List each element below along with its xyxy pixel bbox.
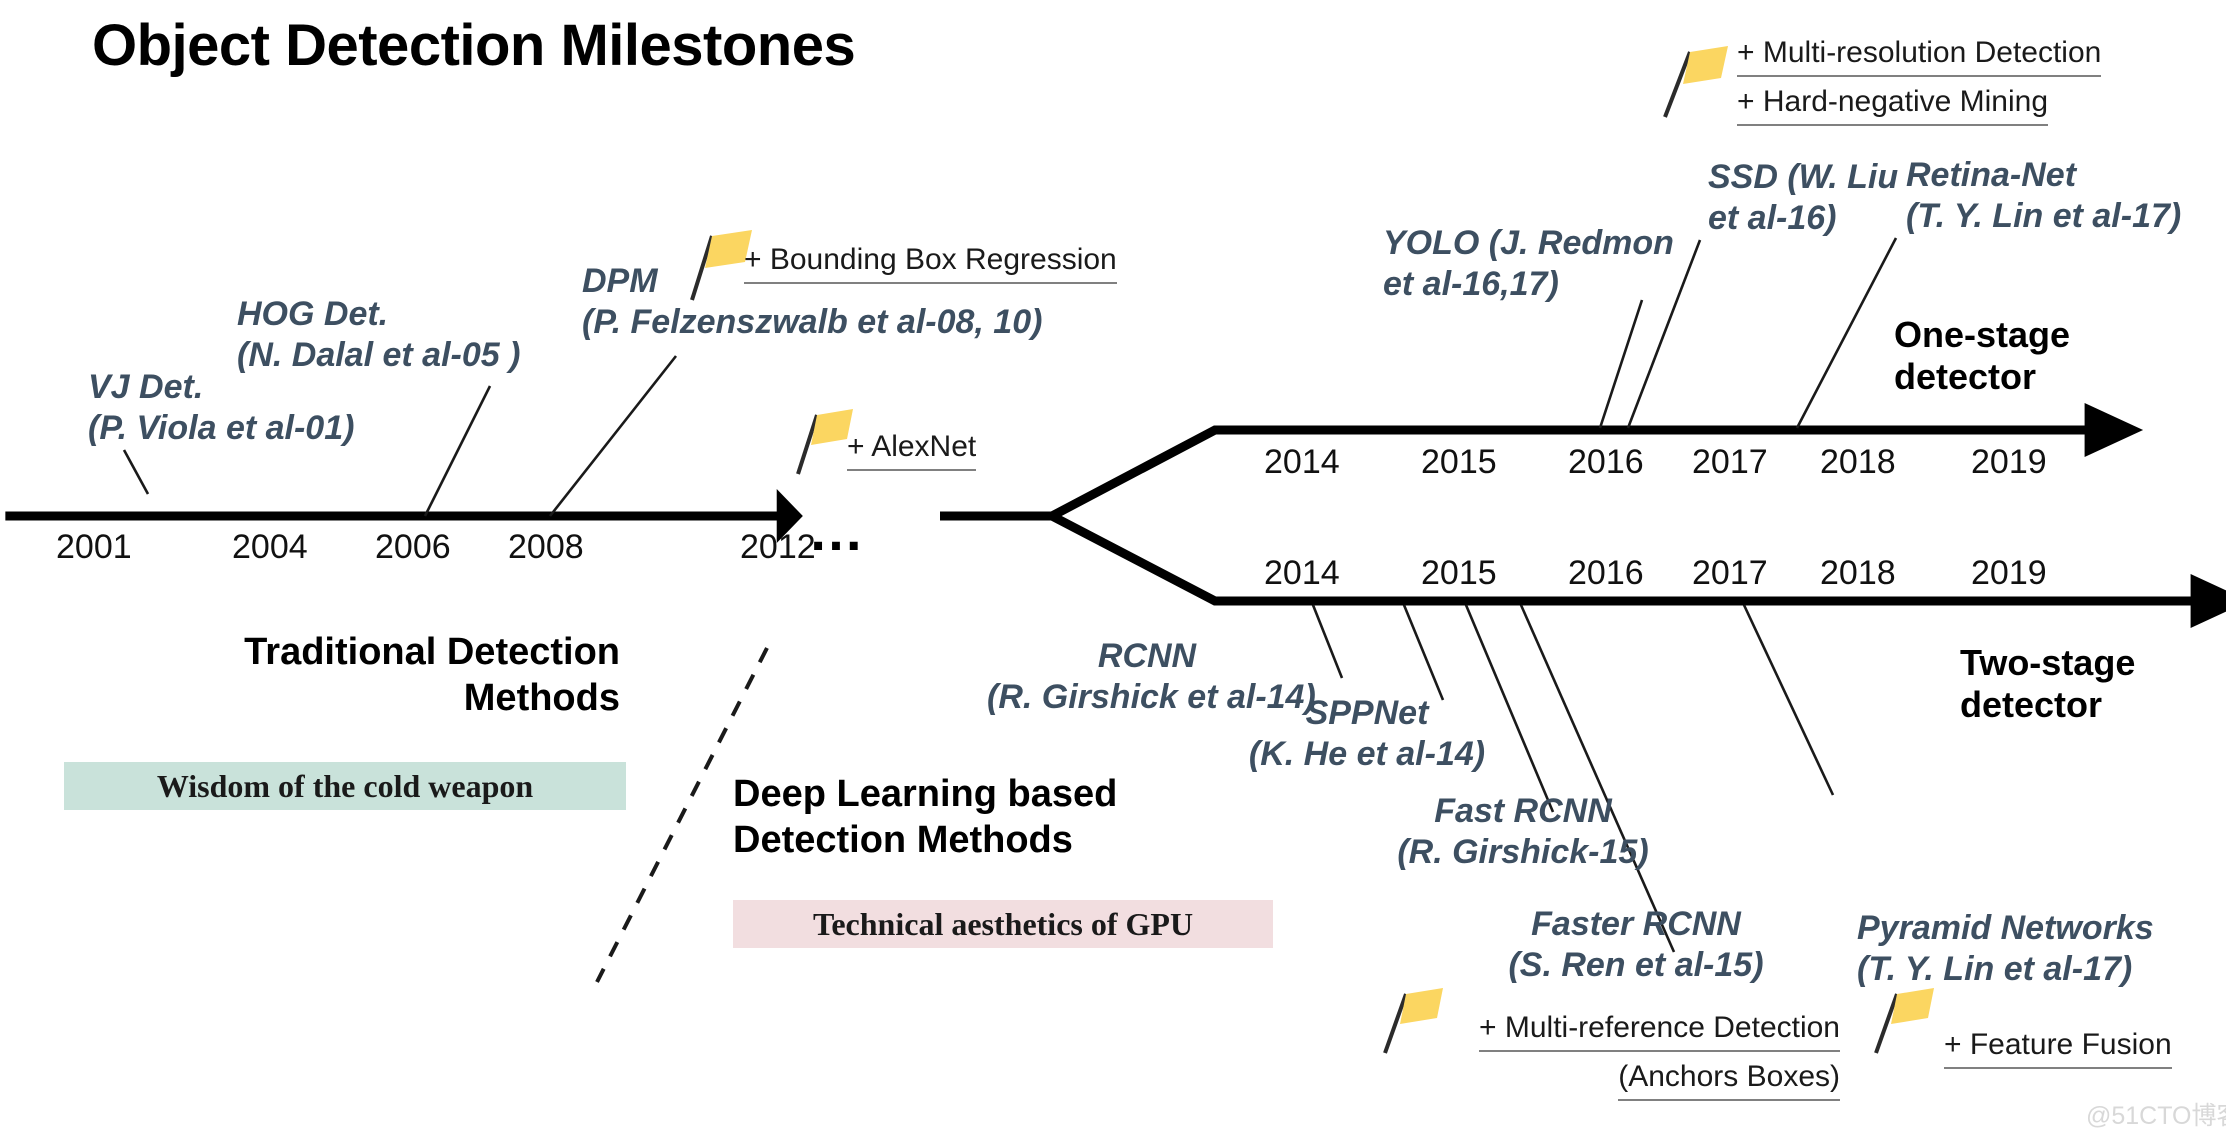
year-2012: 2012 — [740, 528, 816, 566]
leader-fasterrcnn — [1519, 604, 1676, 953]
method-fast-rcnn-name: Fast RCNN — [1434, 792, 1612, 830]
method-pyramid-ref: (T. Y. Lin et al-17) — [1857, 949, 2133, 988]
method-retinanet-name: Retina-Net — [1906, 156, 2077, 194]
two-stage-year-2015: 2015 — [1421, 554, 1497, 592]
one-stage-year-2017: 2017 — [1692, 443, 1768, 481]
two-stage-year-2014: 2014 — [1264, 554, 1340, 592]
two-stage-year-2018: 2018 — [1820, 554, 1896, 592]
highlight-wisdom-of-the-cold-weapon: Wisdom of the cold weapon — [64, 762, 626, 810]
highlight-technical-aesthetics-of-gpu: Technical aesthetics of GPU — [733, 900, 1273, 948]
method-sppnet-name: SPPNet — [1305, 694, 1429, 732]
method-vj: VJ Det. (P. Viola et al-01) — [88, 367, 354, 449]
one-stage-year-2016: 2016 — [1568, 443, 1644, 481]
flag-cloth-multires — [1683, 46, 1728, 84]
annotation-fusion-line1: + Feature Fusion — [1944, 1025, 2172, 1069]
method-fast-rcnn: Fast RCNN (R. Girshick-15) — [1393, 791, 1653, 873]
method-fast-rcnn-ref: (R. Girshick-15) — [1397, 832, 1649, 871]
method-vj-ref: (P. Viola et al-01) — [88, 408, 355, 447]
two-stage-year-2016: 2016 — [1568, 554, 1644, 592]
method-dpm-ref: (P. Felzenszwalb et al-08, 10) — [582, 302, 1043, 341]
leader-dpm — [548, 355, 678, 517]
leader-rcnn — [1311, 604, 1344, 679]
year-2008: 2008 — [508, 528, 584, 566]
page-title: Object Detection Milestones — [92, 13, 856, 78]
annotation-one-stage-techniques: + Multi-resolution Detection + Hard-nega… — [1737, 33, 2102, 126]
timeline-ellipsis: … — [808, 499, 870, 562]
section-dl-line1: Deep Learning based — [733, 773, 1118, 815]
one-stage-line1: One-stage — [1894, 314, 2071, 355]
method-yolo: YOLO (J. Redmon et al-16,17) — [1383, 223, 1674, 305]
year-2004: 2004 — [232, 528, 308, 566]
method-sppnet-ref: (K. He et al-14) — [1248, 734, 1486, 773]
section-traditional-detection-methods: Traditional Detection Methods — [140, 630, 620, 721]
one-stage-year-2014: 2014 — [1264, 443, 1340, 481]
annotation-alexnet: + AlexNet — [847, 427, 977, 471]
two-stage-year-2017: 2017 — [1692, 554, 1768, 592]
method-ssd-ref: et al-16) — [1708, 198, 1837, 237]
method-yolo-name: YOLO (J. Redmon — [1383, 224, 1674, 262]
method-pyramid-networks: Pyramid Networks (T. Y. Lin et al-17) — [1857, 908, 2154, 990]
section-deep-learning-detection-methods: Deep Learning based Detection Methods — [733, 772, 1253, 863]
flag-cloth-fusion — [1891, 988, 1934, 1024]
watermark: @51CTO博客 — [2086, 1102, 2226, 1130]
annotation-multiref-line2: (Anchors Boxes) — [1618, 1057, 1840, 1101]
two-stage-line1: Two-stage — [1960, 642, 2136, 683]
method-hog: HOG Det. (N. Dalal et al-05 ) — [237, 294, 520, 376]
annotation-alexnet-line1: + AlexNet — [847, 427, 977, 471]
leader-hog — [423, 385, 492, 517]
method-sppnet: SPPNet (K. He et al-14) — [1222, 693, 1512, 775]
method-ssd: SSD (W. Liu et al-16) — [1708, 157, 1898, 239]
year-2001: 2001 — [56, 528, 132, 566]
method-hog-ref: (N. Dalal et al-05 ) — [237, 335, 521, 374]
leader-vj — [122, 449, 150, 495]
annotation-multiref-line1: + Multi-reference Detection — [1479, 1008, 1840, 1052]
method-retinanet-ref: (T. Y. Lin et al-17) — [1906, 196, 2182, 235]
leader-sppnet — [1402, 604, 1445, 701]
leader-retinanet — [1795, 237, 1898, 429]
method-rcnn-name: RCNN — [1097, 637, 1197, 675]
method-retinanet: Retina-Net (T. Y. Lin et al-17) — [1906, 155, 2181, 237]
annotation-multi-reference-detection: + Multi-reference Detection (Anchors Box… — [1355, 1008, 1840, 1101]
section-dl-line2: Detection Methods — [733, 818, 1073, 861]
one-stage-line2: detector — [1894, 356, 2037, 398]
flag-pole-multires — [1663, 51, 1692, 118]
section-traditional-line1: Traditional Detection — [244, 631, 620, 673]
method-faster-rcnn: Faster RCNN (S. Ren et al-15) — [1496, 904, 1776, 986]
label-one-stage-detector: One-stage detector — [1894, 314, 2070, 399]
annotation-bounding-box-regression: + Bounding Box Regression — [744, 240, 1117, 284]
one-stage-year-2018: 2018 — [1820, 443, 1896, 481]
two-stage-year-2019: 2019 — [1971, 554, 2047, 592]
one-stage-year-2015: 2015 — [1421, 443, 1497, 481]
slide-canvas: Object Detection Milestones VJ Det. (P. … — [0, 0, 2226, 1140]
method-yolo-ref: et al-16,17) — [1383, 264, 1559, 303]
method-hog-name: HOG Det. — [237, 295, 389, 333]
one-stage-year-2019: 2019 — [1971, 443, 2047, 481]
section-traditional-line2: Methods — [463, 676, 620, 719]
annotation-multires-line2: + Hard-negative Mining — [1737, 82, 2049, 126]
annotation-feature-fusion: + Feature Fusion — [1944, 1025, 2172, 1069]
method-faster-rcnn-ref: (S. Ren et al-15) — [1508, 945, 1764, 984]
label-two-stage-detector: Two-stage detector — [1960, 642, 2135, 727]
leader-pyramid — [1742, 604, 1835, 796]
annotation-bbox-line1: + Bounding Box Regression — [744, 240, 1117, 284]
two-stage-line2: detector — [1960, 684, 2103, 726]
method-pyramid-name: Pyramid Networks — [1857, 909, 2154, 947]
method-ssd-name: SSD (W. Liu — [1708, 158, 1899, 196]
annotation-multires-line1: + Multi-resolution Detection — [1737, 33, 2102, 77]
flag-pole-alexnet — [796, 414, 819, 475]
year-2006: 2006 — [375, 528, 451, 566]
method-faster-rcnn-name: Faster RCNN — [1531, 905, 1741, 943]
